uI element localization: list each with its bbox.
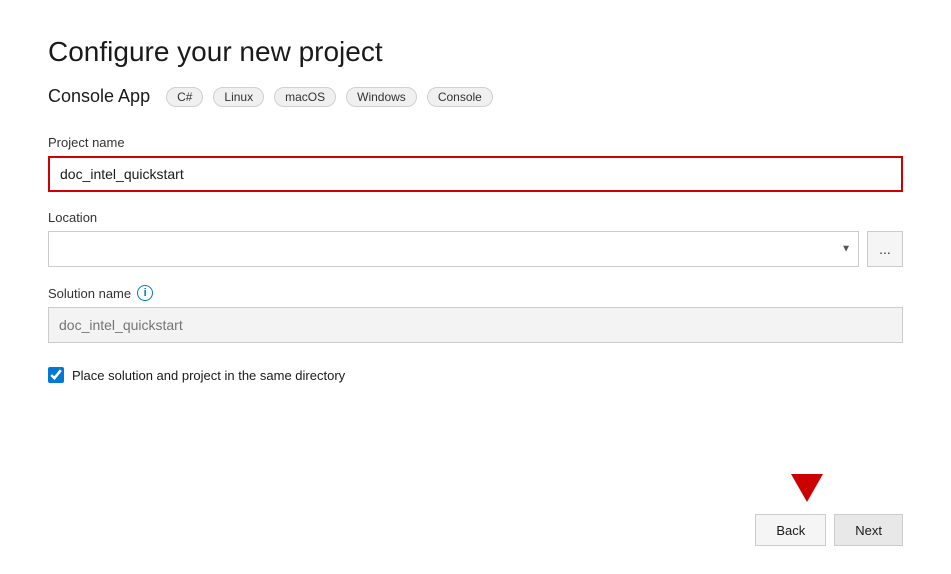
footer: Back Next [48,498,903,546]
red-arrow-down-icon [791,474,823,502]
location-group: Location ▼ ... [48,210,903,267]
back-button[interactable]: Back [755,514,826,546]
configure-project-dialog: Configure your new project Console App C… [0,0,951,574]
same-directory-label: Place solution and project in the same d… [72,368,345,383]
location-select-wrapper: ▼ [48,231,859,267]
next-arrow-indicator [791,474,823,502]
app-type-row: Console App C# Linux macOS Windows Conso… [48,86,903,107]
solution-name-label: Solution name i [48,285,903,301]
project-name-label: Project name [48,135,903,150]
next-button[interactable]: Next [834,514,903,546]
tag-linux: Linux [213,87,264,107]
same-directory-checkbox-row: Place solution and project in the same d… [48,367,903,383]
same-directory-checkbox[interactable] [48,367,64,383]
location-label: Location [48,210,903,225]
project-name-input[interactable] [48,156,903,192]
info-icon: i [137,285,153,301]
location-select[interactable] [48,231,859,267]
tag-macos: macOS [274,87,336,107]
solution-name-input[interactable] [48,307,903,343]
location-row: ▼ ... [48,231,903,267]
app-type-label: Console App [48,86,150,107]
tag-windows: Windows [346,87,417,107]
browse-button[interactable]: ... [867,231,903,267]
tag-csharp: C# [166,87,203,107]
tag-console: Console [427,87,493,107]
page-title: Configure your new project [48,36,903,68]
project-name-group: Project name [48,135,903,192]
solution-name-group: Solution name i [48,285,903,343]
